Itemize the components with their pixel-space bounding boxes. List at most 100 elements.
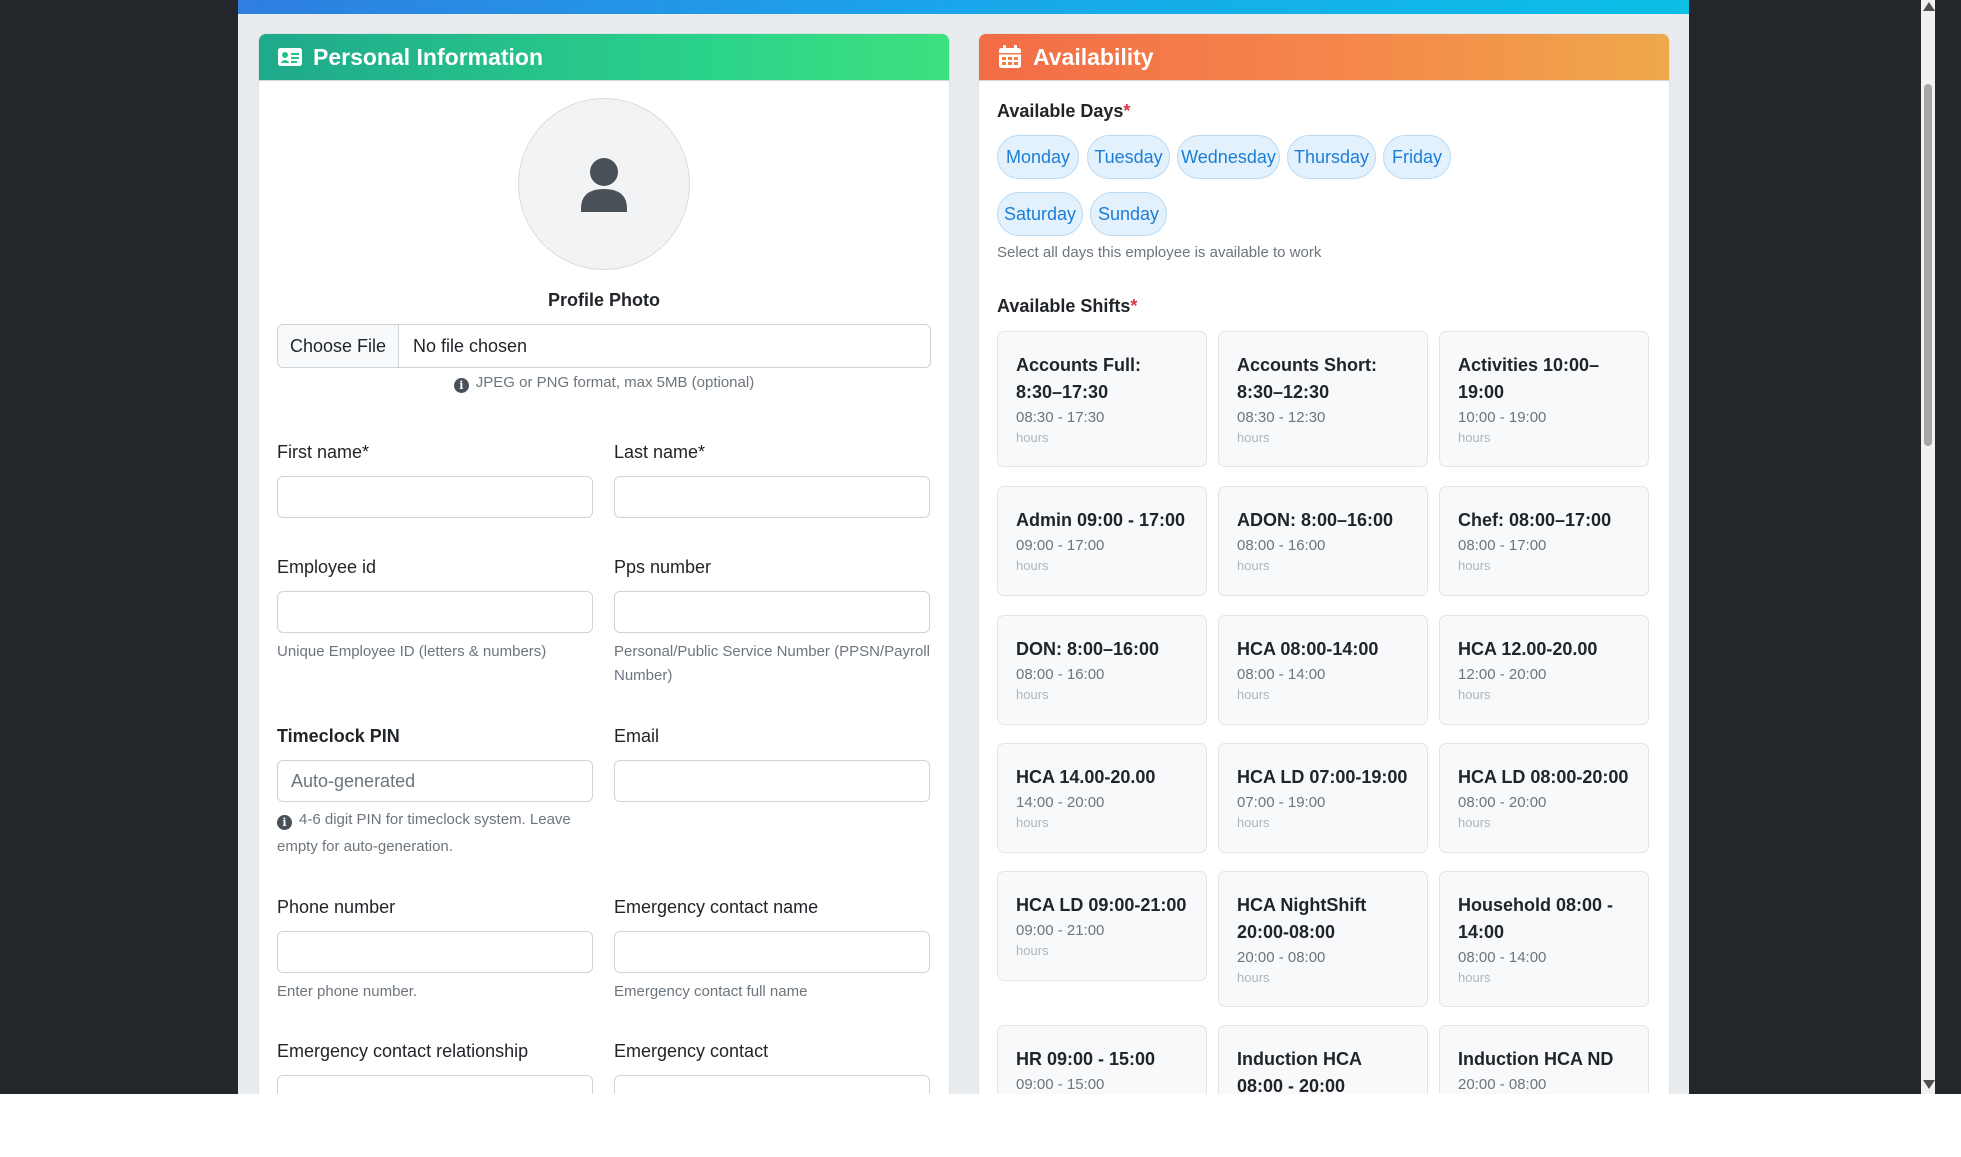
personal-information-header: Personal Information <box>259 34 949 81</box>
first-name-input[interactable] <box>277 476 593 518</box>
shift-card[interactable]: HCA NightShift 20:00-08:00 20:00 - 08:00… <box>1218 871 1428 1007</box>
choose-file-button[interactable]: Choose File <box>278 325 399 367</box>
shift-time: 08:00 - 16:00 <box>1237 537 1326 554</box>
shift-name: HCA 14.00-20.00 <box>1016 767 1156 787</box>
scroll-down-arrow-icon[interactable] <box>1923 1080 1935 1089</box>
emergency-contact-name-input[interactable] <box>614 931 930 973</box>
shift-card[interactable]: Induction HCA ND 20:00 - 08:00 <box>1439 1025 1649 1094</box>
shift-name: Household 08:00 - 14:00 <box>1458 895 1614 942</box>
profile-photo-file-input[interactable]: Choose File No file chosen <box>277 324 931 368</box>
shift-time: 09:00 - 15:00 <box>1016 1076 1105 1093</box>
emergency-contact-input[interactable] <box>614 1075 930 1094</box>
shift-unit: hours <box>1237 430 1270 445</box>
employee-id-help: Unique Employee ID (letters & numbers) <box>277 643 547 660</box>
shift-card[interactable]: HCA 14.00-20.00 14:00 - 20:00 hours <box>997 743 1207 853</box>
shift-card[interactable]: HCA LD 08:00-20:00 08:00 - 20:00 hours <box>1439 743 1649 853</box>
phone-number-input[interactable] <box>277 931 593 973</box>
user-icon <box>581 158 627 212</box>
shift-unit: hours <box>1016 815 1049 830</box>
shift-name: HR 09:00 - 15:00 <box>1016 1049 1156 1069</box>
day-tuesday-button[interactable]: Tuesday <box>1087 135 1170 179</box>
shift-card[interactable]: HCA LD 07:00-19:00 07:00 - 19:00 hours <box>1218 743 1428 853</box>
shift-unit: hours <box>1458 815 1491 830</box>
pps-number-label: Pps number <box>614 557 712 577</box>
shift-card[interactable]: Accounts Full: 8:30–17:30 08:30 - 17:30 … <box>997 331 1207 467</box>
required-mark: * <box>1123 101 1131 121</box>
pps-number-input[interactable] <box>614 591 930 633</box>
timeclock-pin-label: Timeclock PIN <box>277 726 400 746</box>
shift-unit: hours <box>1458 430 1491 445</box>
day-friday-button[interactable]: Friday <box>1383 135 1451 179</box>
email-label: Email <box>614 726 660 746</box>
shift-card[interactable]: HCA LD 09:00-21:00 09:00 - 21:00 hours <box>997 871 1207 981</box>
shift-card[interactable]: HCA 12.00-20.00 12:00 - 20:00 hours <box>1439 615 1649 725</box>
available-days-text: Available Days <box>997 101 1124 121</box>
shift-name: Induction HCA ND <box>1458 1049 1614 1069</box>
available-shifts-label: Available Shifts* <box>997 296 1137 317</box>
scroll-up-arrow-icon[interactable] <box>1923 2 1935 11</box>
employee-id-input[interactable] <box>277 591 593 633</box>
shift-time: 10:00 - 19:00 <box>1458 409 1547 426</box>
shift-card[interactable]: ADON: 8:00–16:00 08:00 - 16:00 hours <box>1218 486 1428 596</box>
shift-card[interactable]: Chef: 08:00–17:00 08:00 - 17:00 hours <box>1439 486 1649 596</box>
shift-card[interactable]: Admin 09:00 - 17:00 09:00 - 17:00 hours <box>997 486 1207 596</box>
personal-information-card: Personal Information Profile Photo Choos… <box>258 33 950 1094</box>
shift-unit: hours <box>1237 558 1270 573</box>
shift-name: Induction HCA 08:00 - 20:00 <box>1237 1049 1362 1094</box>
shift-card[interactable]: Accounts Short: 8:30–12:30 08:30 - 12:30… <box>1218 331 1428 467</box>
page-header-banner <box>238 0 1689 14</box>
shift-unit: hours <box>1016 687 1049 702</box>
first-name-label: First name* <box>277 442 370 462</box>
shift-card[interactable]: Household 08:00 - 14:00 08:00 - 14:00 ho… <box>1439 871 1649 1007</box>
availability-card: Availability Available Days* Monday Tues… <box>978 33 1670 1094</box>
id-card-icon <box>277 44 303 70</box>
shift-card[interactable]: HCA 08:00-14:00 08:00 - 14:00 hours <box>1218 615 1428 725</box>
vertical-scrollbar[interactable] <box>1921 0 1935 1094</box>
emergency-contact-name-help: Emergency contact full name <box>614 983 808 1000</box>
shift-time: 07:00 - 19:00 <box>1237 794 1326 811</box>
shift-time: 09:00 - 17:00 <box>1016 537 1105 554</box>
scrollbar-thumb[interactable] <box>1924 84 1932 446</box>
shift-time: 08:00 - 14:00 <box>1237 666 1326 683</box>
timeclock-pin-input[interactable] <box>277 760 593 802</box>
availability-header: Availability <box>979 34 1669 81</box>
day-saturday-button[interactable]: Saturday <box>997 192 1083 236</box>
shift-unit: hours <box>1016 558 1049 573</box>
shift-card[interactable]: Induction HCA 08:00 - 20:00 <box>1218 1025 1428 1094</box>
email-input[interactable] <box>614 760 930 802</box>
shift-time: 08:30 - 17:30 <box>1016 409 1105 426</box>
timeclock-pin-help-label: 4-6 digit PIN for timeclock system. Leav… <box>277 811 571 855</box>
last-name-label: Last name* <box>614 442 706 462</box>
shift-unit: hours <box>1016 430 1049 445</box>
profile-photo-label: Profile Photo <box>548 290 660 310</box>
day-monday-button[interactable]: Monday <box>997 135 1079 179</box>
shift-time: 12:00 - 20:00 <box>1458 666 1547 683</box>
day-wednesday-button[interactable]: Wednesday <box>1177 135 1280 179</box>
shift-name: HCA LD 09:00-21:00 <box>1016 895 1187 915</box>
info-icon: i <box>277 815 292 830</box>
shift-unit: hours <box>1458 970 1491 985</box>
emergency-contact-relationship-input[interactable] <box>277 1075 593 1094</box>
day-sunday-button[interactable]: Sunday <box>1090 192 1167 236</box>
emergency-contact-relationship-label: Emergency contact relationship <box>277 1041 529 1061</box>
shift-name: HCA 12.00-20.00 <box>1458 639 1598 659</box>
shift-name: HCA 08:00-14:00 <box>1237 639 1379 659</box>
shift-card[interactable]: Activities 10:00–19:00 10:00 - 19:00 hou… <box>1439 331 1649 467</box>
shift-name: Chef: 08:00–17:00 <box>1458 510 1612 530</box>
shift-name: ADON: 8:00–16:00 <box>1237 510 1394 530</box>
shift-card[interactable]: HR 09:00 - 15:00 09:00 - 15:00 hours <box>997 1025 1207 1094</box>
day-thursday-button[interactable]: Thursday <box>1287 135 1376 179</box>
available-days-help: Select all days this employee is availab… <box>997 244 1322 261</box>
shift-card[interactable]: DON: 8:00–16:00 08:00 - 16:00 hours <box>997 615 1207 725</box>
phone-number-help: Enter phone number. <box>277 983 418 1000</box>
emergency-contact-label: Emergency contact <box>614 1041 769 1061</box>
pps-number-help: Personal/Public Service Number (PPSN/Pay… <box>614 643 930 684</box>
no-file-chosen-text: No file chosen <box>413 335 528 356</box>
emergency-contact-name-label: Emergency contact name <box>614 897 819 917</box>
shift-unit: hours <box>1016 943 1049 958</box>
shift-time: 08:00 - 14:00 <box>1458 949 1547 966</box>
last-name-input[interactable] <box>614 476 930 518</box>
available-shifts-text: Available Shifts <box>997 296 1131 316</box>
avatar[interactable] <box>518 98 690 270</box>
phone-number-label: Phone number <box>277 897 396 917</box>
